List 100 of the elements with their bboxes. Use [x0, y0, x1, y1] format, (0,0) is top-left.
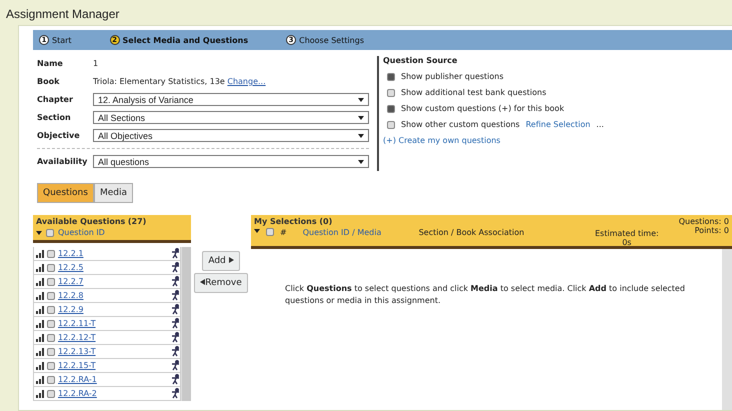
column-header: Section / Book Association [418, 228, 524, 237]
checkbox[interactable] [47, 264, 55, 272]
step-label: Start [52, 36, 72, 44]
field-label: Chapter [37, 95, 74, 104]
tab[interactable]: Questions [37, 183, 94, 203]
scrollbar[interactable] [722, 249, 732, 410]
difficulty-icon [36, 362, 44, 370]
figure-icon [171, 290, 180, 301]
difficulty-icon [36, 334, 44, 342]
dropdown-arrow-icon[interactable] [358, 96, 364, 102]
dropdown-arrow-icon[interactable] [358, 158, 364, 164]
count: (27) [128, 217, 146, 226]
list-title: My Selections (0) [254, 217, 332, 226]
option-label: Show other custom questions [401, 120, 520, 129]
right-arrow-icon [228, 257, 234, 263]
question-link[interactable]: 12.2.15-T [58, 361, 168, 370]
question-row[interactable]: 12.2.9 [33, 303, 181, 317]
question-link[interactable]: 12.2.13-T [58, 347, 168, 356]
checkbox[interactable] [47, 306, 55, 314]
dropdown[interactable]: All Objectives [93, 129, 369, 142]
checkbox[interactable] [47, 362, 55, 370]
question-link[interactable]: 12.2.1 [58, 249, 168, 258]
sort-icon[interactable] [36, 230, 42, 236]
checkbox[interactable] [47, 376, 55, 384]
checkbox[interactable] [47, 320, 55, 328]
field-value: Triola: Elementary Statistics, 13e [93, 77, 225, 86]
question-row[interactable]: 12.2.11-T [33, 317, 181, 331]
question-link[interactable]: 12.2.11-T [58, 319, 168, 328]
column-header[interactable]: Question ID / Media [302, 228, 413, 237]
left-arrow-icon [200, 279, 206, 285]
checkbox[interactable] [47, 292, 55, 300]
dropdown[interactable]: All questions [93, 155, 369, 168]
figure-icon [171, 360, 180, 371]
figure-icon [171, 332, 180, 343]
section-title: Question Source [383, 56, 458, 65]
tab[interactable]: Media [94, 183, 133, 203]
list-title: Available Questions [36, 217, 126, 226]
figure-icon [171, 318, 180, 329]
field-label: Book [37, 77, 60, 86]
question-row[interactable]: 12.2.15-T [33, 359, 181, 373]
field-label: Objective [37, 131, 81, 140]
figure-icon [171, 304, 180, 315]
question-row[interactable]: 12.2.7 [33, 275, 181, 289]
difficulty-icon [36, 376, 44, 384]
question-row[interactable]: 12.2.RA-1 [33, 373, 181, 387]
question-link[interactable]: 12.2.RA-2 [58, 389, 168, 398]
checkbox[interactable] [47, 348, 55, 356]
column-header[interactable]: Question ID [58, 228, 105, 237]
field-label: Name [37, 59, 64, 68]
dropdown[interactable]: 12. Analysis of Variance [93, 93, 369, 106]
question-row[interactable]: 12.2.1 [33, 247, 181, 261]
question-link[interactable]: 12.2.7 [58, 277, 168, 286]
points-count: Points: 0 [694, 226, 729, 235]
checkbox[interactable] [387, 120, 395, 128]
checkbox[interactable] [266, 228, 274, 236]
question-row[interactable]: 12.2.8 [33, 289, 181, 303]
questions-count: Questions: 0 [678, 217, 729, 226]
dropdown[interactable]: All Sections [93, 111, 369, 124]
column-header: Estimated time: [594, 229, 659, 238]
create-link[interactable]: (+) Create my own questions [383, 136, 732, 145]
checkbox[interactable] [387, 88, 395, 96]
time-value: 0s [622, 238, 632, 247]
question-row[interactable]: 12.2.5 [33, 261, 181, 275]
question-link[interactable]: 12.2.8 [58, 291, 168, 300]
field-label: Availability [37, 157, 88, 166]
difficulty-icon [36, 306, 44, 314]
question-link[interactable]: 12.2.RA-1 [58, 375, 168, 384]
difficulty-icon [36, 264, 44, 272]
step-label: Choose Settings [299, 36, 364, 44]
change-link[interactable]: Change... [227, 77, 266, 86]
checkbox[interactable] [387, 72, 395, 80]
checkbox[interactable] [387, 104, 395, 112]
question-row[interactable]: 12.2.13-T [33, 345, 181, 359]
checkbox[interactable] [46, 228, 54, 236]
question-link[interactable]: 12.2.9 [58, 305, 168, 314]
question-row[interactable]: 12.2.RA-2 [33, 387, 181, 401]
window-title: Assignment Manager [5, 6, 120, 23]
checkbox[interactable] [47, 278, 55, 286]
question-link[interactable]: 12.2.5 [58, 263, 168, 272]
dropdown-arrow-icon[interactable] [358, 132, 364, 138]
figure-icon [171, 248, 180, 259]
remove-button[interactable]: Remove [194, 273, 248, 293]
add-button[interactable]: Add [202, 251, 240, 271]
field-label: Section [37, 113, 72, 122]
checkbox[interactable] [47, 250, 55, 258]
difficulty-icon [36, 320, 44, 328]
refine-link[interactable]: Refine Selection [526, 120, 590, 129]
option-label: Show publisher questions [401, 72, 504, 81]
sort-icon[interactable] [254, 228, 260, 234]
checkbox[interactable] [47, 334, 55, 342]
figure-icon [171, 346, 180, 357]
question-link[interactable]: 12.2.12-T [58, 333, 168, 342]
option-label: Show custom questions (+) for this book [401, 104, 564, 113]
difficulty-icon [36, 278, 44, 286]
difficulty-icon [36, 348, 44, 356]
dropdown-arrow-icon[interactable] [358, 114, 364, 120]
question-row[interactable]: 12.2.12-T [33, 331, 181, 345]
checkbox[interactable] [47, 390, 55, 398]
scrollbar[interactable] [181, 247, 191, 401]
difficulty-icon [36, 292, 44, 300]
